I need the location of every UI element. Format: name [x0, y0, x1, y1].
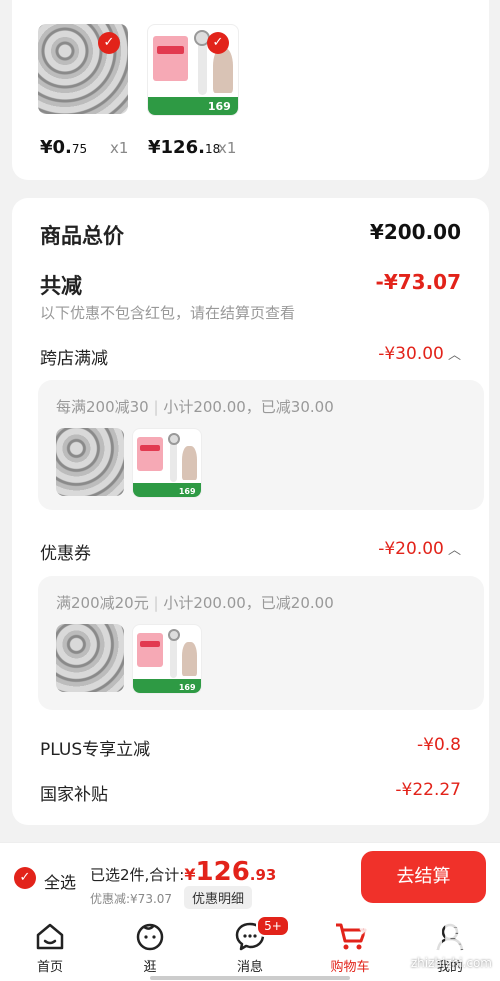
cross-store-label: 跨店满减 [40, 349, 108, 369]
coupon-row[interactable]: 优惠券 -¥20.00 ︿ [40, 539, 461, 564]
checkout-total: 126 [195, 857, 250, 887]
selected-summary: 已选2件,合计:¥126.93 [90, 857, 277, 887]
coupon-detail-box: 满200减20元 | 小计200.00，已减20.00 169 [38, 576, 484, 710]
chevron-up-icon: ︿ [443, 348, 461, 363]
home-indicator [150, 976, 350, 980]
select-all-checkbox[interactable]: ✓ [14, 867, 36, 889]
coupon-rule: 满200减20元 [56, 594, 149, 612]
plus-label: PLUS专享立减 [40, 740, 151, 760]
coupon-label: 优惠券 [40, 544, 91, 564]
cross-store-rule: 每满200减30 [56, 398, 149, 416]
checked-icon[interactable]: ✓ [98, 32, 120, 54]
coupon-detail: 小计200.00，已减20.00 [163, 594, 334, 612]
coupon-value: -¥20.00 [378, 539, 444, 559]
cross-store-value: -¥30.00 [378, 344, 444, 364]
nav-browse[interactable]: 逛 [110, 912, 190, 981]
nav-messages[interactable]: 5+ 消息 [210, 912, 290, 981]
subsidy-label: 国家补贴 [40, 785, 108, 805]
plus-row: PLUS专享立减 -¥0.8 [40, 735, 461, 760]
hair-dryer-thumbnail: 169 [132, 624, 202, 694]
checked-icon[interactable]: ✓ [207, 32, 229, 54]
total-label: 商品总价 [40, 224, 124, 248]
price-summary-card: 商品总价 ¥200.00 共减 -¥73.07 以下优惠不包含红包，请在结算页查… [12, 198, 489, 825]
reduce-label: 共减 [40, 274, 82, 298]
item-quantity: x1 [110, 139, 129, 157]
total-value: ¥200.00 [369, 220, 461, 244]
selected-items-card: ✓ 169 ✓ ¥0.75 x1 ¥126.18 x1 [12, 0, 489, 180]
watermark-logo-icon: 值值值 [359, 910, 471, 956]
item-price: ¥0.75 [40, 137, 88, 158]
discount-total-text: 优惠减:¥73.07 [90, 892, 173, 906]
messages-badge: 5+ [256, 915, 290, 937]
plus-value: -¥0.8 [417, 735, 461, 755]
reduce-row: 共减 -¥73.07 [40, 270, 461, 298]
watermark: 值值值 zhizhizhi.com [356, 898, 496, 978]
item-price: ¥126.18 [148, 137, 221, 158]
checkout-button[interactable]: 去结算 [361, 851, 486, 903]
browse-face-icon [136, 923, 164, 951]
item-quantity: x1 [218, 139, 237, 157]
coins-thumbnail [56, 428, 124, 496]
subsidy-row: 国家补贴 -¥22.27 [40, 780, 461, 805]
select-all-label[interactable]: 全选 [44, 869, 76, 893]
cross-store-detail: 小计200.00，已减30.00 [163, 398, 334, 416]
discount-detail-button[interactable]: 优惠明细 [184, 886, 253, 909]
total-row: 商品总价 ¥200.00 [40, 220, 461, 248]
discount-note: 以下优惠不包含红包，请在结算页查看 [40, 304, 296, 322]
home-icon [36, 923, 64, 950]
nav-home[interactable]: 首页 [10, 912, 90, 981]
selected-count-text: 已选2件,合计: [90, 866, 185, 884]
reduce-value: -¥73.07 [375, 270, 461, 294]
chevron-up-icon: ︿ [443, 543, 461, 558]
cross-store-row[interactable]: 跨店满减 -¥30.00 ︿ [40, 344, 461, 369]
watermark-text: zhizhizhi.com [410, 956, 492, 970]
hair-dryer-thumbnail: 169 [132, 428, 202, 498]
cross-store-detail-box: 每满200减30 | 小计200.00，已减30.00 169 [38, 380, 484, 510]
coins-thumbnail [56, 624, 124, 692]
subsidy-value: -¥22.27 [395, 780, 461, 800]
